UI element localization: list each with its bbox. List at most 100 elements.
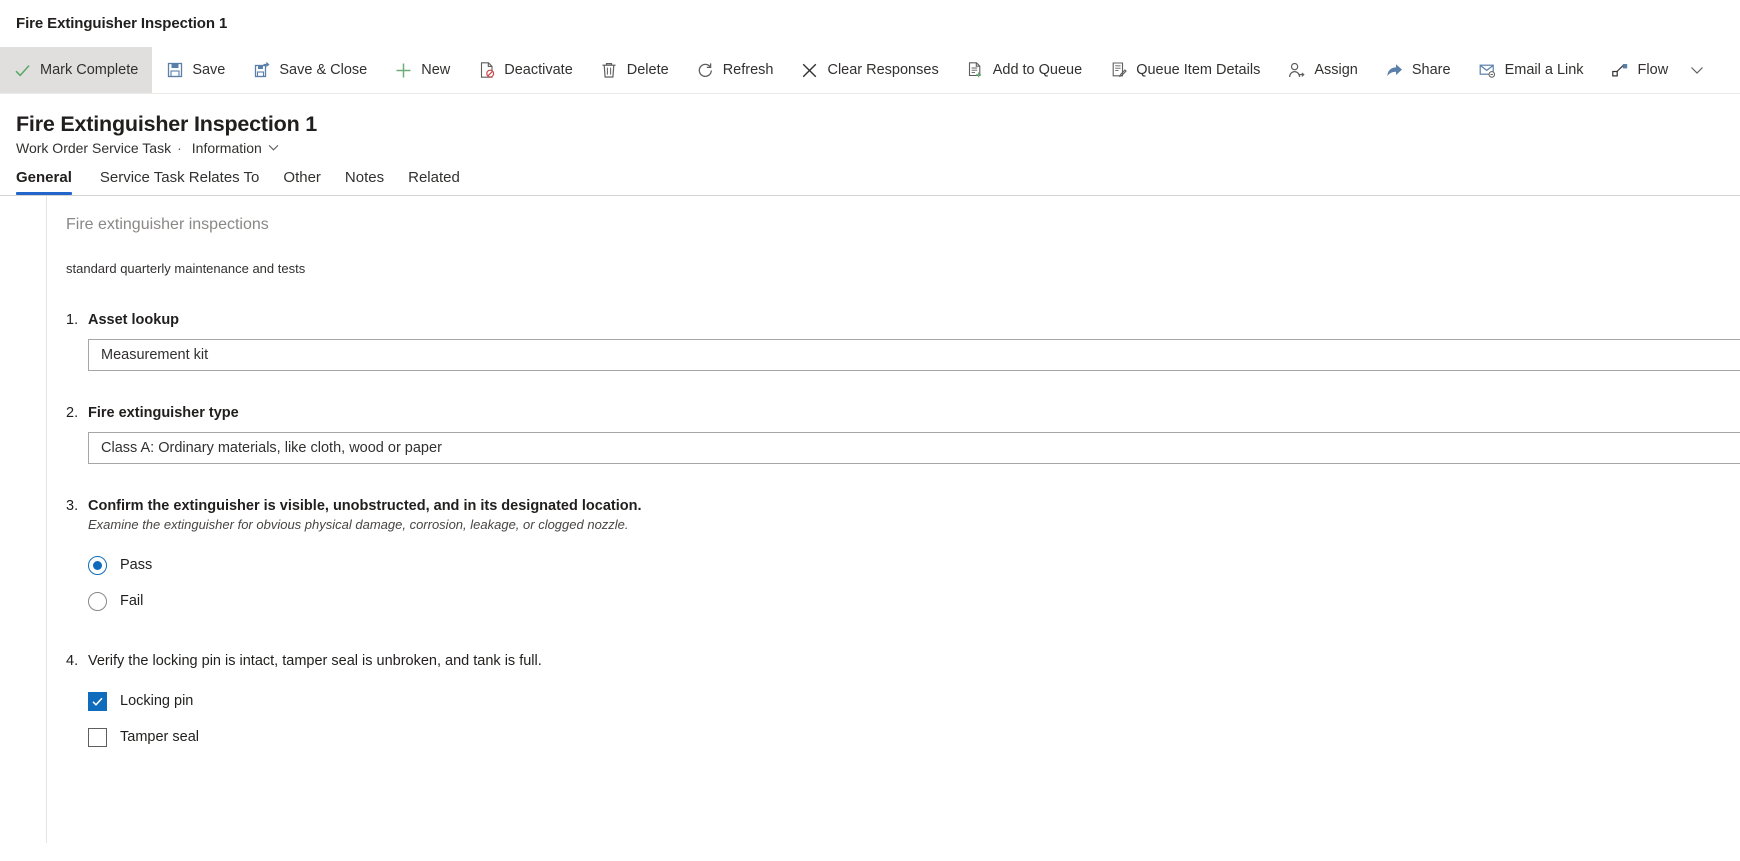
chevron-down-icon: [1688, 62, 1705, 79]
flow-label: Flow: [1637, 62, 1669, 78]
question-2-number: 2.: [66, 405, 79, 421]
entity-name: Work Order Service Task: [16, 140, 172, 156]
deactivate-label: Deactivate: [504, 62, 573, 78]
share-label: Share: [1411, 62, 1451, 78]
add-to-queue-button[interactable]: Add to Queue: [953, 47, 1097, 93]
checkbox-tamper-seal-indicator[interactable]: [88, 727, 107, 747]
tab-strip: General Service Task Relates To Other No…: [0, 169, 1740, 195]
assign-person-icon: [1288, 62, 1305, 79]
tab-other[interactable]: Other: [271, 169, 333, 195]
deactivate-button[interactable]: Deactivate: [464, 47, 587, 93]
checkmark-icon: [14, 62, 31, 79]
tab-notes[interactable]: Notes: [333, 169, 396, 195]
plus-icon: [395, 62, 412, 79]
question-3-hint: Examine the extinguisher for obvious phy…: [88, 517, 629, 532]
window-title-bar: Fire Extinguisher Inspection 1: [0, 0, 1740, 47]
tab-general-label: General: [16, 169, 72, 186]
window-title: Fire Extinguisher Inspection 1: [16, 15, 228, 32]
question-1-field: [88, 339, 1740, 371]
email-a-link-button[interactable]: Email a Link: [1465, 47, 1598, 93]
question-2-head: 2. Fire extinguisher type: [66, 405, 1740, 421]
queue-item-details-button[interactable]: Queue Item Details: [1096, 47, 1274, 93]
radio-pass-indicator[interactable]: [88, 555, 107, 575]
checkbox-locking-pin-label: Locking pin: [120, 693, 194, 709]
save-button[interactable]: Save: [152, 47, 239, 93]
clear-responses-button[interactable]: Clear Responses: [787, 47, 952, 93]
save-icon: [166, 62, 183, 79]
page-header: Fire Extinguisher Inspection 1 Work Orde…: [0, 94, 1740, 156]
question-1-head: 1. Asset lookup: [66, 312, 1740, 328]
asset-lookup-input[interactable]: [88, 339, 1740, 371]
flow-button[interactable]: Flow: [1598, 47, 1683, 93]
save-and-close-label: Save & Close: [279, 62, 368, 78]
form-selector[interactable]: Information: [192, 140, 279, 156]
queue-item-details-icon: [1110, 62, 1127, 79]
checkbox-option-locking-pin[interactable]: Locking pin: [88, 683, 1740, 719]
section-description: standard quarterly maintenance and tests: [66, 261, 306, 276]
form-body: Fire extinguisher inspections standard q…: [0, 195, 1740, 843]
add-to-queue-icon: [967, 62, 984, 79]
command-bar-overflow-button[interactable]: [1682, 47, 1719, 93]
refresh-label: Refresh: [722, 62, 774, 78]
mark-complete-label: Mark Complete: [40, 62, 139, 78]
question-3-head: 3. Confirm the extinguisher is visible, …: [66, 498, 1740, 514]
radio-fail-label: Fail: [120, 593, 144, 609]
subheader-separator: ·: [177, 140, 182, 156]
question-3-label: Confirm the extinguisher is visible, uno…: [88, 498, 642, 514]
question-3-number: 3.: [66, 498, 79, 514]
question-4-options: Locking pin Tamper seal: [88, 683, 1740, 755]
question-3-options: Pass Fail: [88, 547, 1740, 619]
new-button[interactable]: New: [381, 47, 464, 93]
radio-option-pass[interactable]: Pass: [88, 547, 1740, 583]
flow-icon: [1611, 62, 1629, 79]
question-1-number: 1.: [66, 312, 79, 328]
checkbox-option-tamper-seal[interactable]: Tamper seal: [88, 719, 1740, 755]
question-4-number: 4.: [66, 653, 79, 669]
refresh-icon: [697, 62, 714, 79]
save-label: Save: [192, 62, 226, 78]
delete-button[interactable]: Delete: [587, 47, 683, 93]
question-2: 2. Fire extinguisher type: [66, 405, 1740, 464]
fire-extinguisher-type-input[interactable]: [88, 432, 1740, 464]
question-2-label: Fire extinguisher type: [88, 405, 239, 421]
tab-other-label: Other: [283, 169, 321, 186]
question-1: 1. Asset lookup: [66, 312, 1740, 371]
section-title: Fire extinguisher inspections: [66, 216, 269, 233]
question-1-label: Asset lookup: [88, 312, 180, 328]
question-3: 3. Confirm the extinguisher is visible, …: [66, 498, 1740, 619]
checkbox-tamper-seal-label: Tamper seal: [120, 729, 199, 745]
page-subheader: Work Order Service Task · Information: [16, 140, 1740, 156]
radio-fail-indicator[interactable]: [88, 591, 107, 611]
close-x-icon: [801, 62, 818, 79]
inspection-form: Fire extinguisher inspections standard q…: [0, 196, 1740, 755]
deactivate-icon: [478, 62, 495, 79]
delete-label: Delete: [626, 62, 669, 78]
new-label: New: [421, 62, 451, 78]
radio-pass-label: Pass: [120, 557, 153, 573]
mark-complete-button[interactable]: Mark Complete: [0, 47, 153, 93]
tab-related[interactable]: Related: [396, 169, 472, 195]
tab-general[interactable]: General: [16, 169, 84, 195]
tab-related-label: Related: [408, 169, 460, 186]
email-a-link-label: Email a Link: [1504, 62, 1584, 78]
command-bar: Mark Complete Save Save & Close New Deac…: [0, 47, 1740, 94]
share-button[interactable]: Share: [1372, 47, 1465, 93]
tab-service-task-relates-to-label: Service Task Relates To: [99, 169, 260, 186]
question-4-label: Verify the locking pin is intact, tamper…: [88, 653, 542, 669]
question-4-head: 4. Verify the locking pin is intact, tam…: [66, 653, 1740, 669]
page-title: Fire Extinguisher Inspection 1: [16, 112, 318, 136]
save-and-close-icon: [253, 62, 270, 79]
share-icon: [1386, 62, 1403, 79]
refresh-button[interactable]: Refresh: [683, 47, 788, 93]
checkmark-icon: [92, 697, 103, 706]
assign-label: Assign: [1314, 62, 1358, 78]
checkbox-locking-pin-indicator[interactable]: [88, 691, 107, 711]
email-link-icon: [1479, 62, 1496, 79]
radio-option-fail[interactable]: Fail: [88, 583, 1740, 619]
queue-item-details-label: Queue Item Details: [1136, 62, 1261, 78]
save-and-close-button[interactable]: Save & Close: [239, 47, 381, 93]
question-4: 4. Verify the locking pin is intact, tam…: [66, 653, 1740, 755]
tab-service-task-relates-to[interactable]: Service Task Relates To: [88, 169, 272, 195]
form-selector-label: Information: [191, 140, 262, 156]
assign-button[interactable]: Assign: [1274, 47, 1372, 93]
